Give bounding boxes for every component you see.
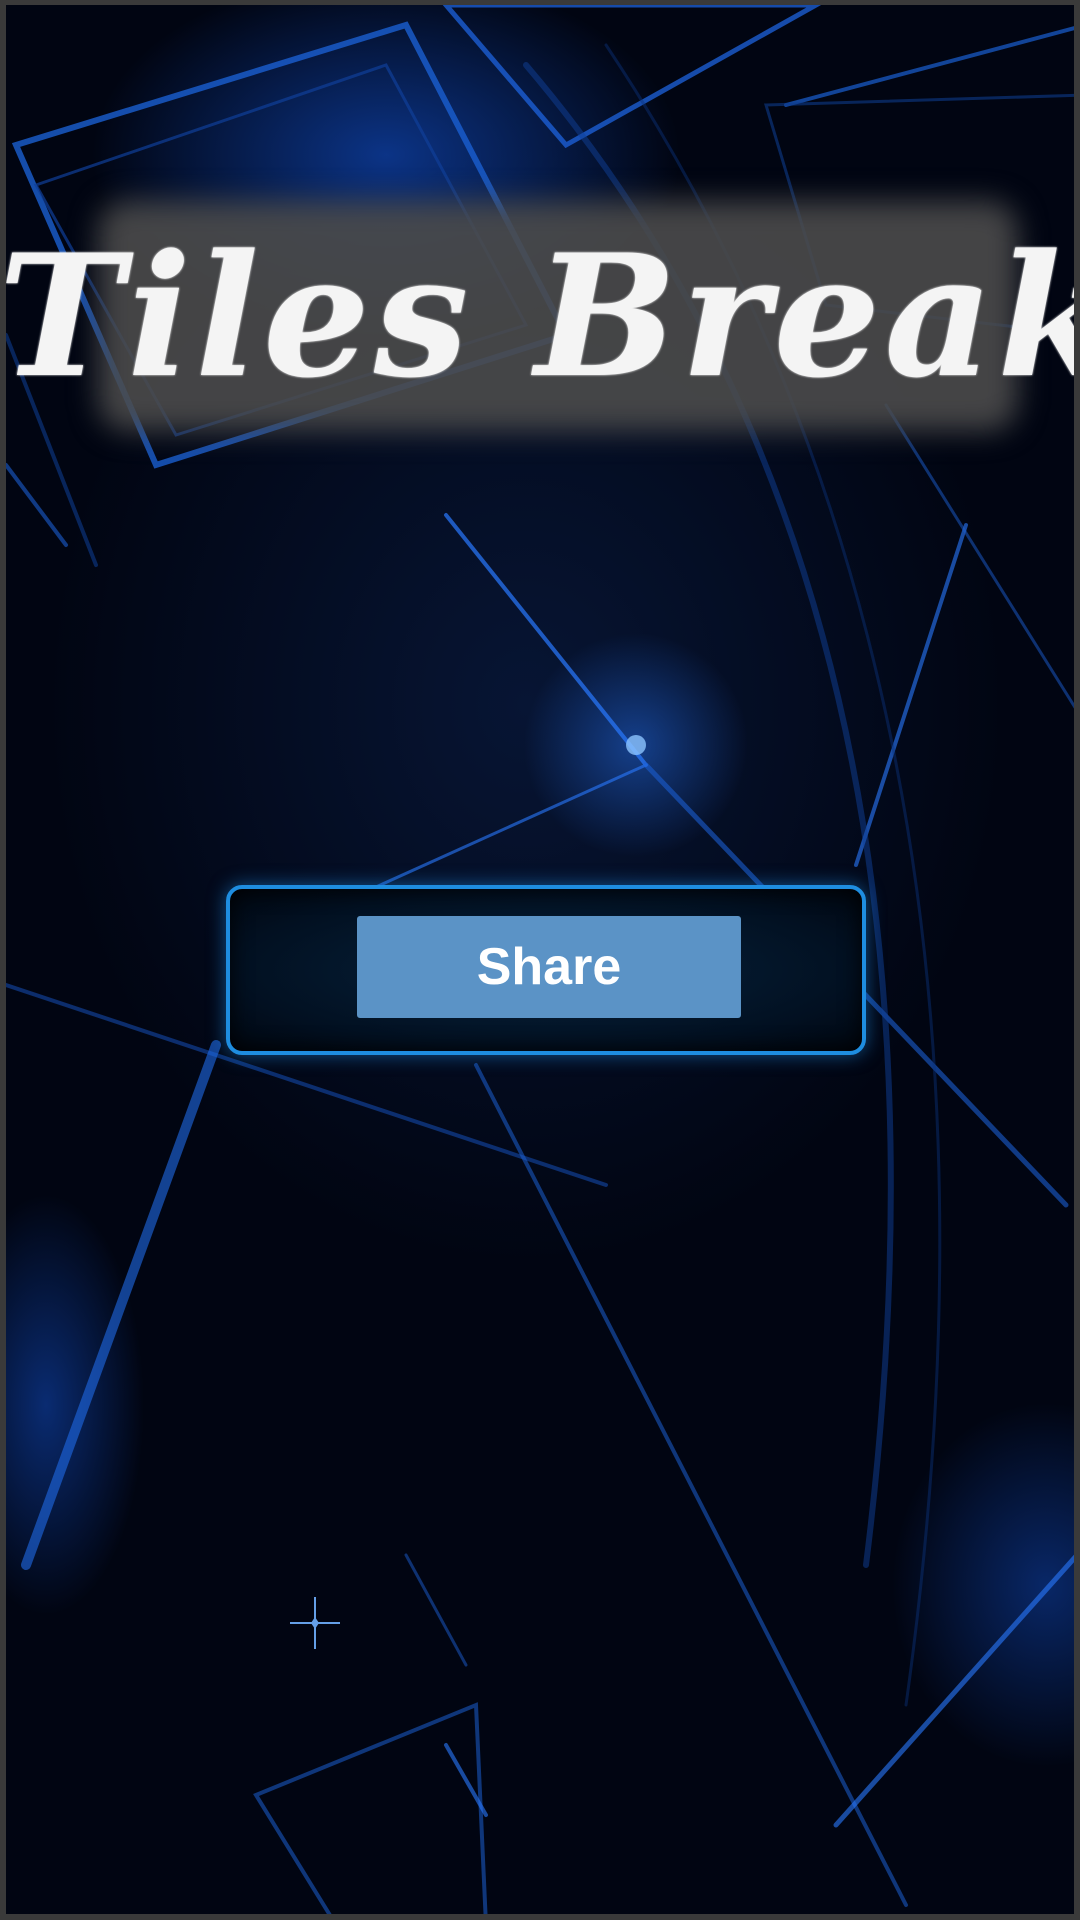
- title-panel: Tiles Break: [6, 181, 1074, 451]
- share-button[interactable]: Share: [357, 916, 741, 1018]
- game-title: Tiles Break: [0, 217, 1080, 415]
- share-frame: Share: [226, 885, 866, 1055]
- game-screen: Tiles Break Share: [0, 0, 1080, 1920]
